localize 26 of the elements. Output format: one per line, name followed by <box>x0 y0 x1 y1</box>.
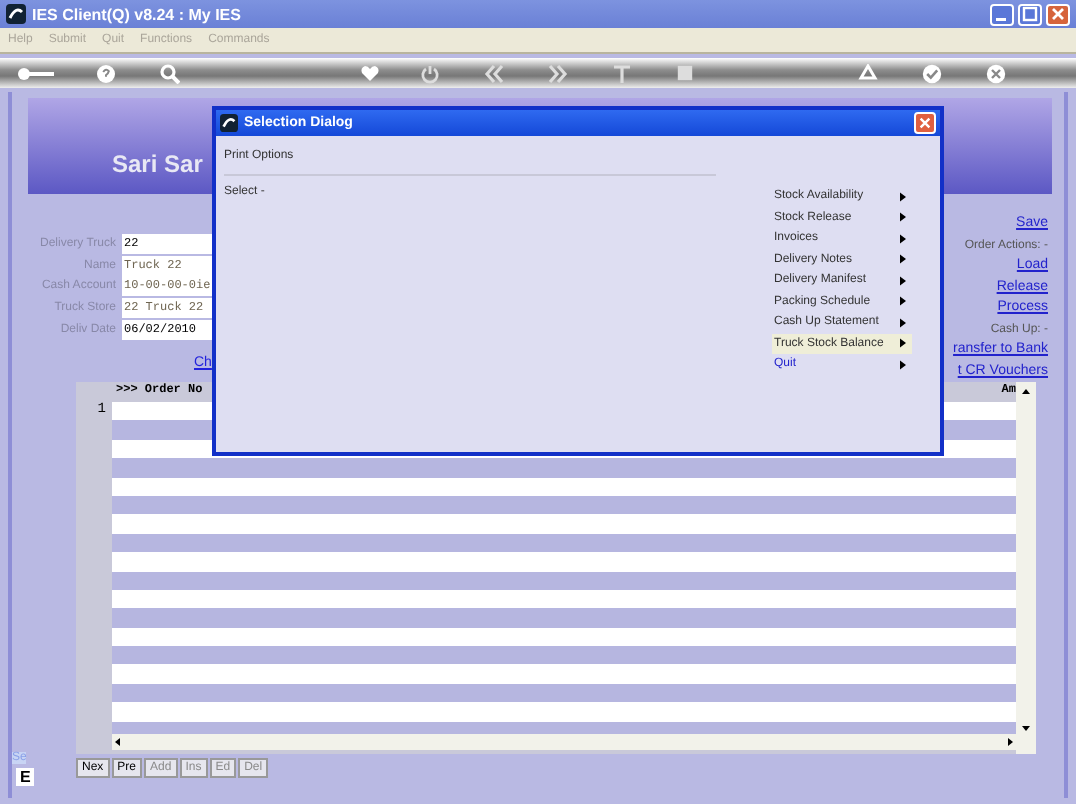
maximize-button[interactable] <box>1018 3 1042 25</box>
app-icon <box>6 4 26 24</box>
minimize-button[interactable] <box>990 3 1014 25</box>
app-icon <box>220 114 238 132</box>
vertical-scrollbar[interactable] <box>1016 382 1036 754</box>
close-icon[interactable] <box>986 63 1006 83</box>
heart-icon[interactable] <box>360 64 380 82</box>
double-left-arrow-icon[interactable] <box>484 63 504 83</box>
window-title: IES Client(Q) v8.24 : My IES <box>32 5 241 23</box>
key-icon[interactable] <box>16 65 56 81</box>
help-icon[interactable] <box>96 63 116 83</box>
close-icon <box>1050 6 1066 22</box>
power-icon[interactable] <box>420 63 440 83</box>
horizontal-scrollbar[interactable] <box>112 734 1016 750</box>
side-tab[interactable]: E <box>16 768 35 786</box>
scroll-down-icon[interactable] <box>1020 722 1032 734</box>
banner-title: Sari Sar <box>112 150 203 178</box>
square-icon[interactable] <box>676 64 694 82</box>
double-right-arrow-icon[interactable] <box>548 63 568 83</box>
maximize-icon <box>1022 6 1038 22</box>
close-button[interactable] <box>1046 3 1070 25</box>
text-icon[interactable] <box>612 63 632 83</box>
search-icon[interactable] <box>160 63 180 83</box>
close-button[interactable] <box>914 112 936 134</box>
check-icon[interactable] <box>922 63 942 83</box>
scroll-up-icon[interactable] <box>1020 386 1032 398</box>
